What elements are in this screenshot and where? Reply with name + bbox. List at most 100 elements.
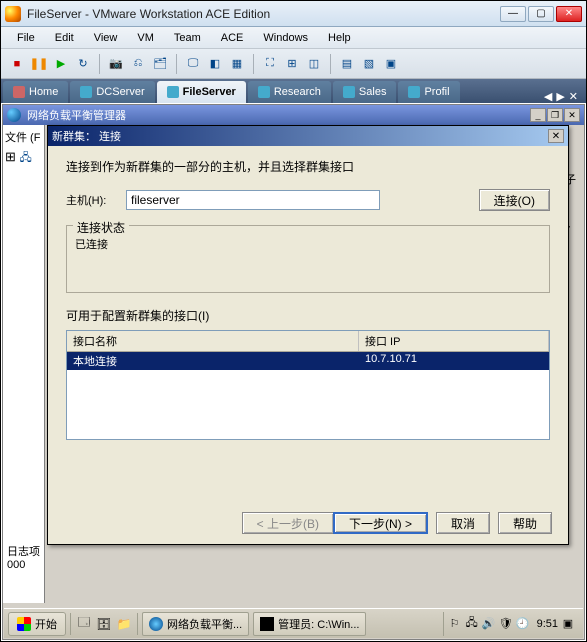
wizard-title: 新群集： 连接 xyxy=(52,128,121,144)
explorer-icon[interactable]: 📁 xyxy=(115,615,133,633)
window-title: FileServer - VMware Workstation ACE Edit… xyxy=(27,7,500,21)
menu-view[interactable]: View xyxy=(86,30,126,46)
monitor-icon xyxy=(343,86,355,98)
minimize-button[interactable]: — xyxy=(500,6,526,22)
nlb-maximize-button[interactable]: ❐ xyxy=(547,108,563,122)
nlb-close-button[interactable]: ✕ xyxy=(564,108,580,122)
server-manager-icon[interactable]: 🗄 xyxy=(95,615,113,633)
system-tray: ⚐ 🖧 🔊 🛡 🕘 9:51 ▣ xyxy=(443,612,579,636)
appliance-icon[interactable]: ▧ xyxy=(359,54,379,74)
power-off-icon[interactable]: ■ xyxy=(7,54,27,74)
connect-button[interactable]: 连接(O) xyxy=(479,189,550,211)
cmd-task-icon xyxy=(260,617,274,631)
menu-file[interactable]: File xyxy=(9,30,43,46)
tab-fileserver[interactable]: FileServer xyxy=(157,81,246,103)
quick-launch: 🗔 🗄 📁 xyxy=(75,615,133,633)
taskbar-task-cmd[interactable]: 管理员: C:\Win... xyxy=(253,612,366,636)
monitor-icon xyxy=(258,86,270,98)
nlb-title: 网络负载平衡管理器 xyxy=(27,107,126,123)
taskbar-task-nlb[interactable]: 网络负载平衡... xyxy=(142,612,249,636)
show-desktop-icon[interactable]: 🗔 xyxy=(75,615,93,633)
tab-dcserver[interactable]: DCServer xyxy=(70,81,154,103)
menu-help[interactable]: Help xyxy=(320,30,359,46)
tray-shield-icon[interactable]: 🛡 xyxy=(499,617,513,631)
home-icon xyxy=(13,86,25,98)
tab-research[interactable]: Research xyxy=(248,81,331,103)
wizard-close-button[interactable]: ✕ xyxy=(548,129,564,143)
nlb-titlebar[interactable]: 网络负载平衡管理器 _ ❐ ✕ xyxy=(3,105,584,125)
monitor-icon xyxy=(408,86,420,98)
show-console-icon[interactable]: 🖵 xyxy=(183,54,203,74)
tab-close-icon[interactable]: ✕ xyxy=(569,90,578,103)
vm-tabbar: Home DCServer FileServer Research Sales … xyxy=(1,79,586,103)
tab-home[interactable]: Home xyxy=(3,81,68,103)
fullscreen-icon[interactable]: ⛶ xyxy=(260,54,280,74)
status-legend: 连接状态 xyxy=(73,219,129,236)
sidebar-icon[interactable]: ◧ xyxy=(205,54,225,74)
next-button[interactable]: 下一步(N) > xyxy=(333,512,428,534)
suspend-icon[interactable]: ❚❚ xyxy=(29,54,49,74)
back-button[interactable]: < 上一步(B) xyxy=(242,512,333,534)
quick-switch-icon[interactable]: ⊞ xyxy=(282,54,302,74)
close-button[interactable]: ✕ xyxy=(556,6,582,22)
column-interface-ip[interactable]: 接口 IP xyxy=(359,331,549,351)
reset-icon[interactable]: ↻ xyxy=(73,54,93,74)
windows-flag-icon xyxy=(17,617,31,631)
connection-status-group: 连接状态 已连接 xyxy=(66,225,550,293)
thumbnails-icon[interactable]: ▦ xyxy=(227,54,247,74)
nlb-file-menu[interactable]: 文件 (F xyxy=(5,129,42,145)
nlb-minimize-button[interactable]: _ xyxy=(530,108,546,122)
console-icon[interactable]: ▣ xyxy=(381,54,401,74)
nlb-tree-root[interactable]: ⊞ 🖧 xyxy=(5,149,42,168)
tab-scroll-right-icon[interactable]: ▶ xyxy=(556,90,564,103)
host-input[interactable] xyxy=(126,190,380,210)
menu-team[interactable]: Team xyxy=(166,30,209,46)
menu-vm[interactable]: VM xyxy=(129,30,162,46)
nlb-app-icon xyxy=(7,108,21,122)
power-on-icon[interactable]: ▶ xyxy=(51,54,71,74)
menu-edit[interactable]: Edit xyxy=(47,30,82,46)
tray-time[interactable]: 9:51 xyxy=(537,618,558,630)
summary-icon[interactable]: ▤ xyxy=(337,54,357,74)
tab-sales[interactable]: Sales xyxy=(333,81,397,103)
new-cluster-wizard-dialog: 新群集： 连接 ✕ 连接到作为新群集的一部分的主机，并且选择群集接口 主机(H)… xyxy=(47,125,569,545)
interfaces-label: 可用于配置新群集的接口(I) xyxy=(66,307,550,324)
menubar: File Edit View VM Team ACE Windows Help xyxy=(1,27,586,49)
guest-os-area: 网络负载平衡管理器 _ ❐ ✕ 文件 (F ⊞ 🖧 集 IP 子 ↖ 日志项 0… xyxy=(2,104,585,640)
list-header: 接口名称 接口 IP xyxy=(67,331,549,352)
tray-clock-icon[interactable]: 🕘 xyxy=(516,617,530,631)
host-label: 主机(H): xyxy=(66,192,118,208)
manage-snapshots-icon[interactable]: 🗂 xyxy=(150,54,170,74)
cell-interface-ip: 10.7.10.71 xyxy=(359,352,549,370)
snapshot-icon[interactable]: 📷 xyxy=(106,54,126,74)
tab-profile[interactable]: Profil xyxy=(398,81,459,103)
wizard-titlebar[interactable]: 新群集： 连接 ✕ xyxy=(48,126,568,146)
tab-scroll-left-icon[interactable]: ◀ xyxy=(544,90,552,103)
menu-windows[interactable]: Windows xyxy=(255,30,316,46)
list-row-selected[interactable]: 本地连接 10.7.10.71 xyxy=(67,352,549,370)
wizard-instruction: 连接到作为新群集的一部分的主机，并且选择群集接口 xyxy=(66,158,550,175)
log-index: 000 xyxy=(7,559,40,571)
toolbar: ■ ❚❚ ▶ ↻ 📷 ⎌ 🗂 🖵 ◧ ▦ ⛶ ⊞ ◫ ▤ ▧ ▣ xyxy=(1,49,586,79)
maximize-button[interactable]: ▢ xyxy=(528,6,554,22)
monitor-icon xyxy=(167,86,179,98)
monitor-icon xyxy=(80,86,92,98)
cell-interface-name: 本地连接 xyxy=(67,352,359,370)
interfaces-list[interactable]: 接口名称 接口 IP 本地连接 10.7.10.71 xyxy=(66,330,550,440)
tray-flag-icon[interactable]: ⚐ xyxy=(448,617,462,631)
help-button[interactable]: 帮助 xyxy=(498,512,552,534)
revert-icon[interactable]: ⎌ xyxy=(128,54,148,74)
start-button[interactable]: 开始 xyxy=(8,612,66,636)
cancel-button[interactable]: 取消 xyxy=(436,512,490,534)
column-interface-name[interactable]: 接口名称 xyxy=(67,331,359,351)
tray-volume-icon[interactable]: 🔊 xyxy=(482,617,496,631)
log-header-label: 日志项 xyxy=(7,543,40,559)
unity-icon[interactable]: ◫ xyxy=(304,54,324,74)
status-text: 已连接 xyxy=(75,236,541,252)
vmware-icon xyxy=(5,6,21,22)
nlb-sidebar: 文件 (F ⊞ 🖧 xyxy=(3,125,45,603)
taskbar: 开始 🗔 🗄 📁 网络负载平衡... 管理员: C:\Win... ⚐ 🖧 🔊 … xyxy=(4,608,583,638)
tray-network-icon[interactable]: 🖧 xyxy=(465,617,479,631)
tray-vmware-icon[interactable]: ▣ xyxy=(561,617,575,631)
menu-ace[interactable]: ACE xyxy=(213,30,252,46)
